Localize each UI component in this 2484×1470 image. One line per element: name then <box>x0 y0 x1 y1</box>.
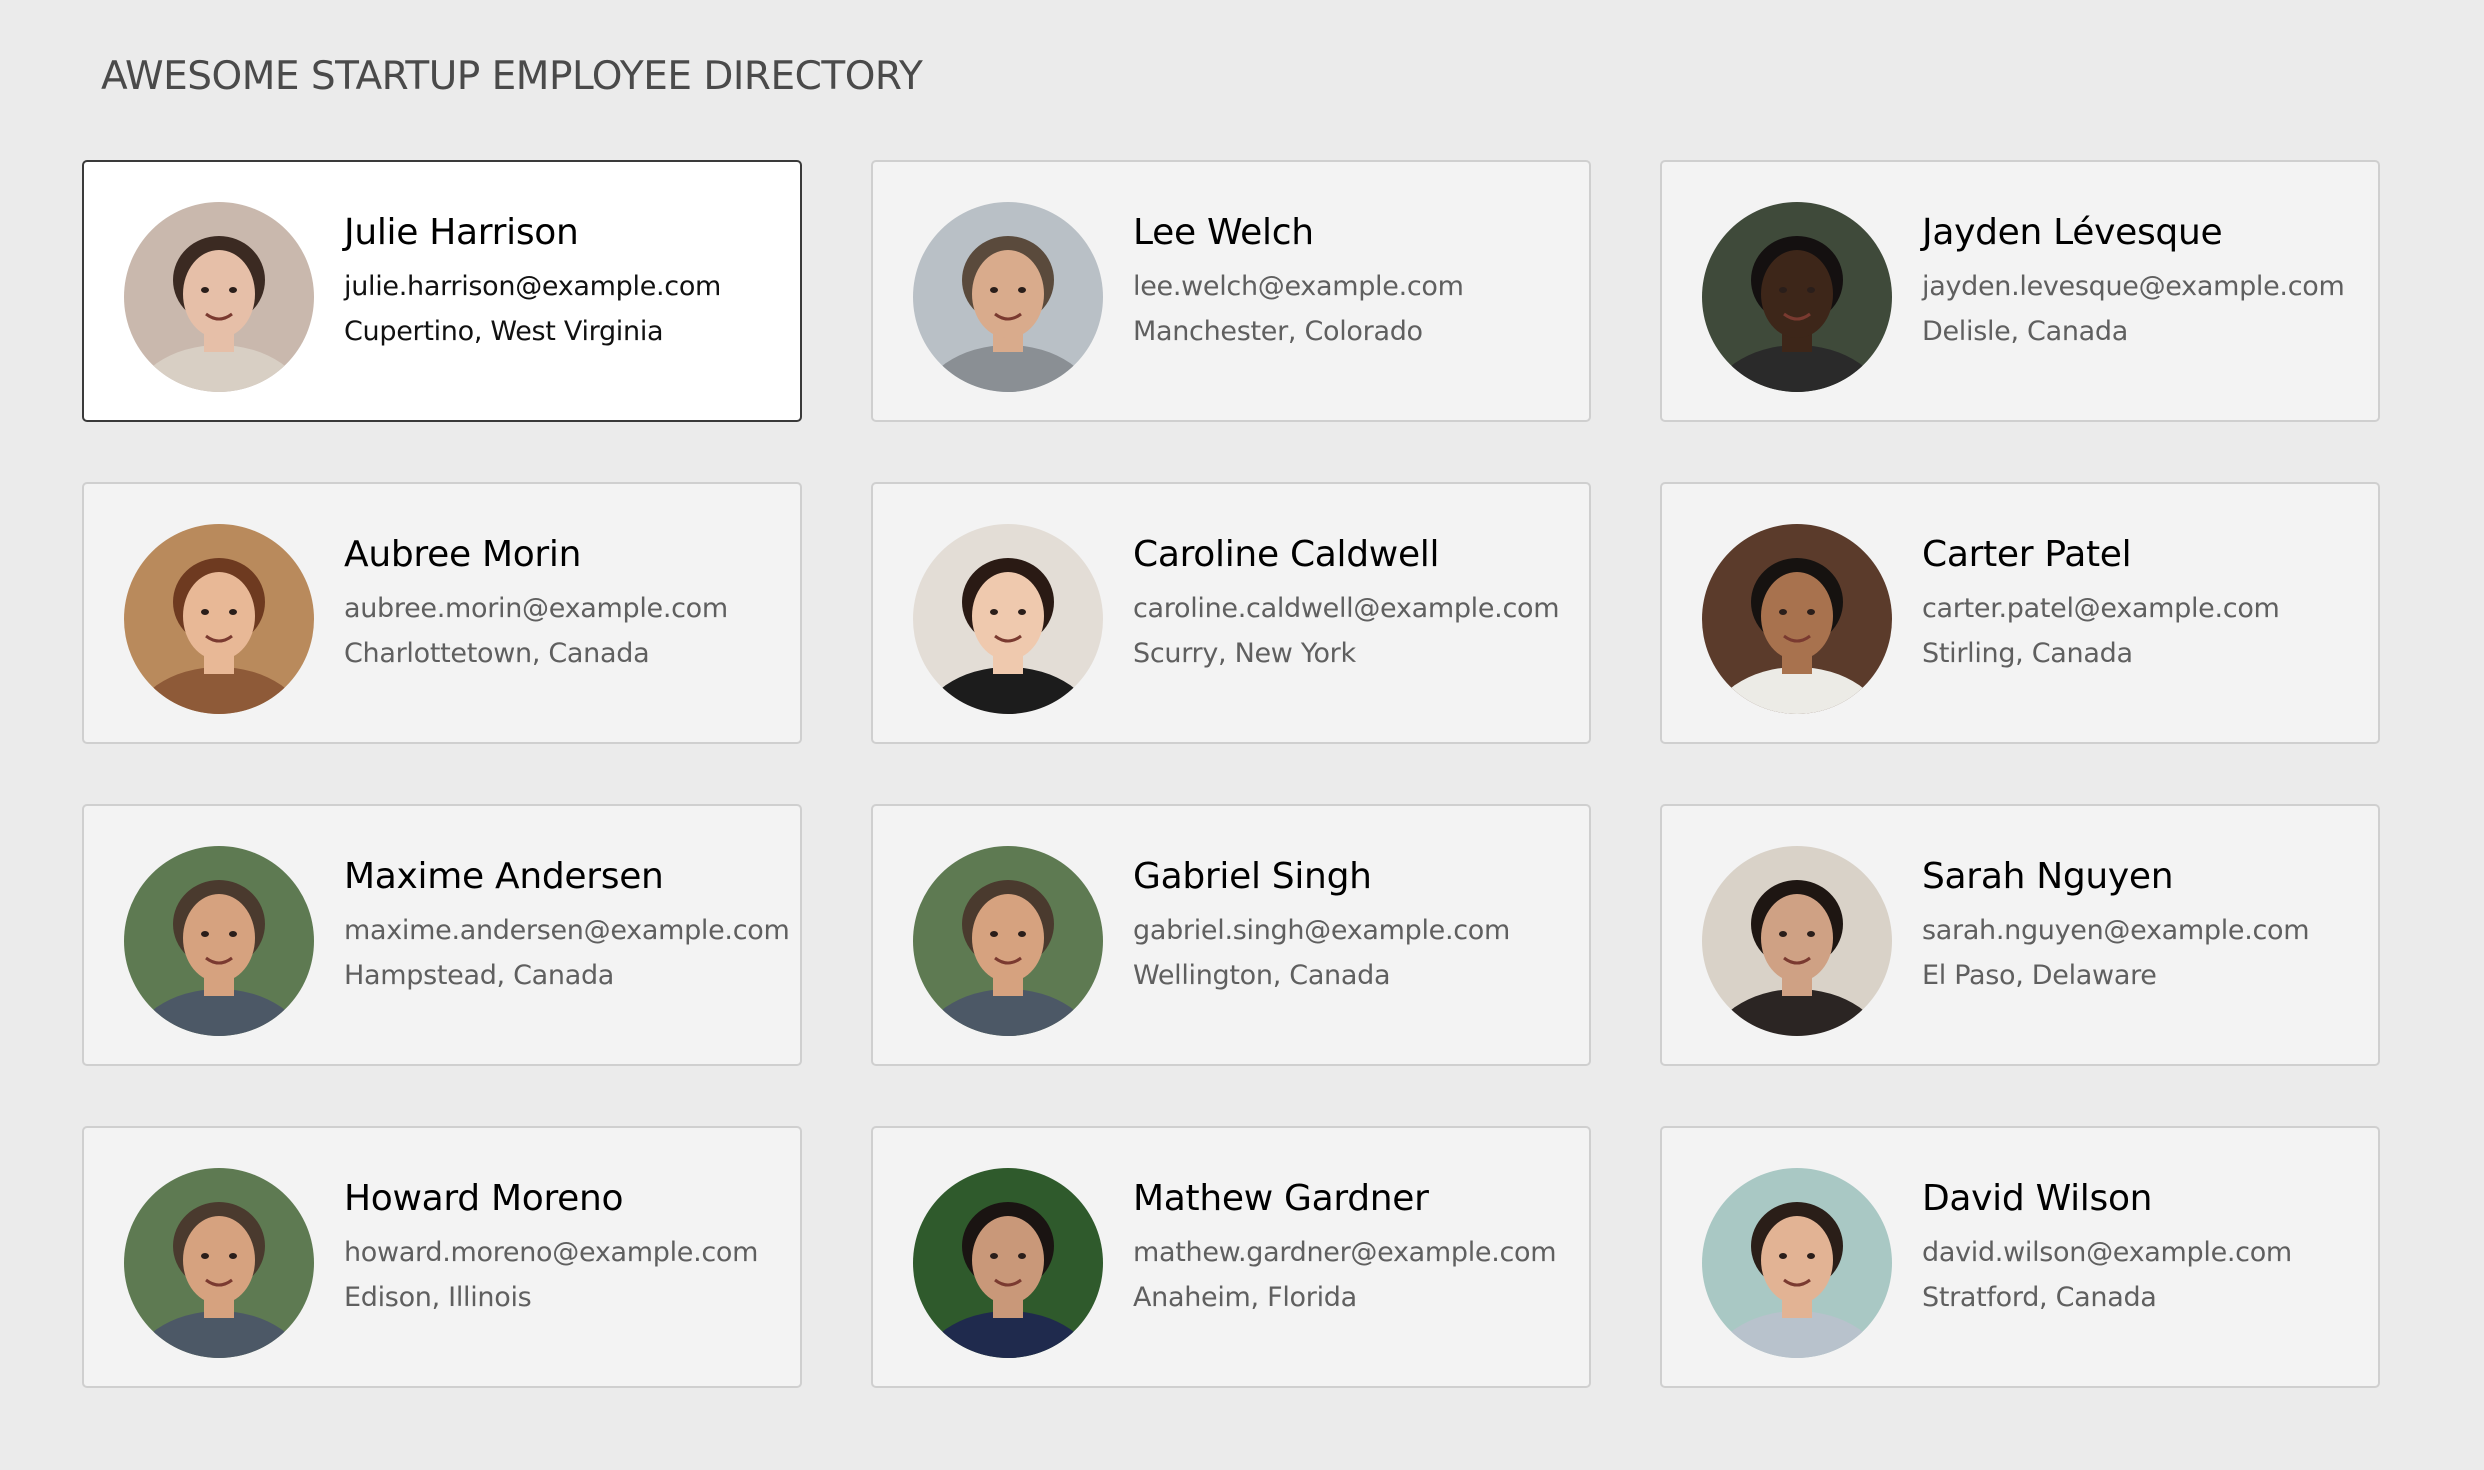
employee-card[interactable]: Howard Moreno howard.moreno@example.com Ed… <box>82 1126 802 1388</box>
employee-location: Stirling, Canada <box>1922 638 2133 669</box>
employee-info: Gabriel Singh gabriel.singh@example.com We… <box>1133 856 1579 991</box>
employee-email: julie.harrison@example.com <box>344 271 722 302</box>
employee-avatar <box>124 1168 314 1358</box>
employee-name: David Wilson <box>1922 1178 2153 1219</box>
employee-card[interactable]: Jayden Lévesque jayden.levesque@example.c… <box>1660 160 2380 422</box>
employee-card[interactable]: Caroline Caldwell caroline.caldwell@examp… <box>871 482 1591 744</box>
employee-avatar <box>1702 1168 1892 1358</box>
employee-location: Anaheim, Florida <box>1133 1282 1357 1313</box>
employee-name: Sarah Nguyen <box>1922 856 2174 897</box>
employee-location: Manchester, Colorado <box>1133 316 1423 347</box>
employee-location: Charlottetown, Canada <box>344 638 650 669</box>
employee-avatar <box>913 846 1103 1036</box>
employee-name: Caroline Caldwell <box>1133 534 1440 575</box>
employee-location: Delisle, Canada <box>1922 316 2128 347</box>
employee-name: Maxime Andersen <box>344 856 664 897</box>
employee-location: Scurry, New York <box>1133 638 1356 669</box>
employee-location: Wellington, Canada <box>1133 960 1391 991</box>
employee-email: aubree.morin@example.com <box>344 593 728 624</box>
employee-name: Julie Harrison <box>344 212 579 253</box>
employee-card[interactable]: Sarah Nguyen sarah.nguyen@example.com El P… <box>1660 804 2380 1066</box>
employee-avatar <box>913 1168 1103 1358</box>
employee-location: El Paso, Delaware <box>1922 960 2157 991</box>
employee-avatar <box>124 524 314 714</box>
employee-location: Cupertino, West Virginia <box>344 316 664 347</box>
employee-email: maxime.andersen@example.com <box>344 915 790 946</box>
employee-card[interactable]: Carter Patel carter.patel@example.com Stir… <box>1660 482 2380 744</box>
employee-card[interactable]: Aubree Morin aubree.morin@example.com Char… <box>82 482 802 744</box>
employee-email: howard.moreno@example.com <box>344 1237 759 1268</box>
employee-info: Jayden Lévesque jayden.levesque@example.c… <box>1922 212 2368 347</box>
employee-card[interactable]: Maxime Andersen maxime.andersen@example.c… <box>82 804 802 1066</box>
employee-info: Caroline Caldwell caroline.caldwell@examp… <box>1133 534 1579 669</box>
employee-info: Lee Welch lee.welch@example.com Manchester… <box>1133 212 1579 347</box>
employee-grid: Julie Harrison julie.harrison@example.com… <box>82 160 2380 1388</box>
employee-avatar <box>1702 524 1892 714</box>
employee-info: Aubree Morin aubree.morin@example.com Char… <box>344 534 790 669</box>
employee-location: Edison, Illinois <box>344 1282 532 1313</box>
employee-email: jayden.levesque@example.com <box>1922 271 2345 302</box>
employee-info: Mathew Gardner mathew.gardner@example.com… <box>1133 1178 1579 1313</box>
employee-email: mathew.gardner@example.com <box>1133 1237 1557 1268</box>
employee-name: Aubree Morin <box>344 534 582 575</box>
employee-info: Maxime Andersen maxime.andersen@example.c… <box>344 856 790 991</box>
employee-name: Mathew Gardner <box>1133 1178 1429 1219</box>
employee-name: Lee Welch <box>1133 212 1314 253</box>
employee-email: david.wilson@example.com <box>1922 1237 2292 1268</box>
page-title: AWESOME STARTUP EMPLOYEE DIRECTORY <box>101 54 923 99</box>
employee-info: David Wilson david.wilson@example.com Stra… <box>1922 1178 2368 1313</box>
employee-info: Sarah Nguyen sarah.nguyen@example.com El P… <box>1922 856 2368 991</box>
employee-avatar <box>124 202 314 392</box>
employee-email: sarah.nguyen@example.com <box>1922 915 2310 946</box>
employee-avatar <box>1702 846 1892 1036</box>
employee-avatar <box>913 524 1103 714</box>
employee-card[interactable]: David Wilson david.wilson@example.com Stra… <box>1660 1126 2380 1388</box>
employee-location: Stratford, Canada <box>1922 1282 2157 1313</box>
employee-card[interactable]: Julie Harrison julie.harrison@example.com… <box>82 160 802 422</box>
employee-name: Howard Moreno <box>344 1178 624 1219</box>
employee-card[interactable]: Gabriel Singh gabriel.singh@example.com We… <box>871 804 1591 1066</box>
employee-name: Jayden Lévesque <box>1922 212 2223 253</box>
employee-info: Carter Patel carter.patel@example.com Stir… <box>1922 534 2368 669</box>
employee-card[interactable]: Lee Welch lee.welch@example.com Manchester… <box>871 160 1591 422</box>
employee-email: caroline.caldwell@example.com <box>1133 593 1560 624</box>
employee-email: carter.patel@example.com <box>1922 593 2280 624</box>
employee-name: Gabriel Singh <box>1133 856 1372 897</box>
employee-name: Carter Patel <box>1922 534 2132 575</box>
employee-avatar <box>124 846 314 1036</box>
employee-avatar <box>1702 202 1892 392</box>
employee-avatar <box>913 202 1103 392</box>
employee-location: Hampstead, Canada <box>344 960 615 991</box>
employee-info: Julie Harrison julie.harrison@example.com… <box>344 212 790 347</box>
employee-email: lee.welch@example.com <box>1133 271 1464 302</box>
employee-info: Howard Moreno howard.moreno@example.com Ed… <box>344 1178 790 1313</box>
employee-card[interactable]: Mathew Gardner mathew.gardner@example.com… <box>871 1126 1591 1388</box>
employee-email: gabriel.singh@example.com <box>1133 915 1511 946</box>
